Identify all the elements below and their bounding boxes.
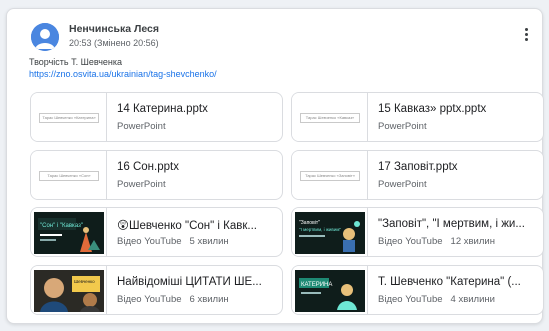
svg-text:Шевченко: Шевченко	[74, 279, 95, 284]
attachment-video-citaty[interactable]: Шевченко Найвідоміші ЦИТАТИ ШЕ... Відео …	[30, 265, 283, 315]
attachment-video-zapovit[interactable]: "Заповіт" "І мертвим, і живим" "Заповіт"…	[291, 207, 544, 257]
attachment-title: 15 Кавказ» pptx.pptx	[378, 103, 487, 115]
attachment-thumbnail: Тарас Шевченко «Сон»	[31, 151, 107, 199]
attachment-meta: Відео YouTube 6 хвилин	[117, 294, 229, 305]
video-thumbnail: КАТЕРИНА	[295, 270, 365, 312]
avatar[interactable]	[31, 23, 59, 51]
user-avatar-icon	[31, 23, 59, 51]
attachment-title: "Заповіт", "І мертвим, і жи...	[378, 218, 525, 230]
video-thumbnail: "Заповіт" "І мертвим, і живим"	[295, 212, 365, 254]
more-options-icon[interactable]	[518, 25, 534, 43]
slide-thumbnail: Тарас Шевченко «Заповіт»	[300, 171, 360, 181]
attachment-video-son-kavkaz[interactable]: "Сон" і "Кавказ" 😲Шевченко "Сон" і Кавк.…	[30, 207, 283, 257]
attachment-title: 14 Катерина.pptx	[117, 103, 208, 115]
attachment-type: PowerPoint	[117, 179, 166, 190]
attachment-pptx-kavkaz[interactable]: Тарас Шевченко «Кавказ» 15 Кавказ» pptx.…	[291, 92, 544, 142]
slide-thumbnail: Тарас Шевченко «Кавказ»	[300, 113, 360, 123]
post-header: Ненчинська Леся 20:53 (Змінено 20:56)	[7, 9, 542, 59]
svg-text:КАТЕРИНА: КАТЕРИНА	[301, 282, 332, 288]
slide-thumbnail: Тарас Шевченко «Катерина»	[39, 113, 99, 123]
attachment-title: Найвідоміші ЦИТАТИ ШЕ...	[117, 276, 262, 288]
attachment-title: 😲Шевченко "Сон" і Кавк...	[117, 220, 257, 232]
author-name: Ненчинська Леся	[69, 23, 159, 35]
attachment-title: Т. Шевченко "Катерина" (...	[378, 276, 521, 288]
attachment-meta: Відео YouTube 12 хвилин	[378, 236, 495, 247]
svg-text:"Заповіт": "Заповіт"	[299, 220, 320, 226]
video-thumbnail: Шевченко	[34, 270, 104, 312]
attachment-thumbnail: "Сон" і "Кавказ"	[31, 208, 107, 256]
video-thumbnail: "Сон" і "Кавказ"	[34, 212, 104, 254]
post-timestamp: 20:53 (Змінено 20:56)	[69, 38, 159, 48]
post-link[interactable]: https://zno.osvita.ua/ukrainian/tag-shev…	[29, 69, 217, 79]
attachment-thumbnail: Тарас Шевченко «Кавказ»	[292, 93, 368, 141]
slide-thumbnail: Тарас Шевченко «Сон»	[39, 171, 99, 181]
attachment-thumbnail: КАТЕРИНА	[292, 266, 368, 314]
attachment-pptx-katerina[interactable]: Тарас Шевченко «Катерина» 14 Катерина.pp…	[30, 92, 283, 142]
attachment-type: PowerPoint	[378, 121, 427, 132]
attachment-title: 17 Заповіт.pptx	[378, 161, 458, 173]
attachment-pptx-son[interactable]: Тарас Шевченко «Сон» 16 Сон.pptx PowerPo…	[30, 150, 283, 200]
post-description: Творчість Т. Шевченка	[29, 57, 123, 67]
attachment-thumbnail: "Заповіт" "І мертвим, і живим"	[292, 208, 368, 256]
attachment-thumbnail: Тарас Шевченко «Заповіт»	[292, 151, 368, 199]
attachment-video-katerina[interactable]: КАТЕРИНА Т. Шевченко "Катерина" (... Від…	[291, 265, 544, 315]
post-card: Ненчинська Леся 20:53 (Змінено 20:56) Тв…	[6, 8, 544, 324]
attachment-pptx-zapovit[interactable]: Тарас Шевченко «Заповіт» 17 Заповіт.pptx…	[291, 150, 544, 200]
svg-text:"Сон" і "Кавказ": "Сон" і "Кавказ"	[40, 223, 83, 229]
attachment-meta: Відео YouTube 5 хвилин	[117, 236, 229, 247]
attachment-thumbnail: Тарас Шевченко «Катерина»	[31, 93, 107, 141]
attachment-type: PowerPoint	[117, 121, 166, 132]
attachment-title: 16 Сон.pptx	[117, 161, 179, 173]
attachment-meta: Відео YouTube 4 хвилини	[378, 294, 495, 305]
attachment-thumbnail: Шевченко	[31, 266, 107, 314]
svg-text:"І мертвим, і живим": "І мертвим, і живим"	[299, 227, 341, 232]
attachment-type: PowerPoint	[378, 179, 427, 190]
